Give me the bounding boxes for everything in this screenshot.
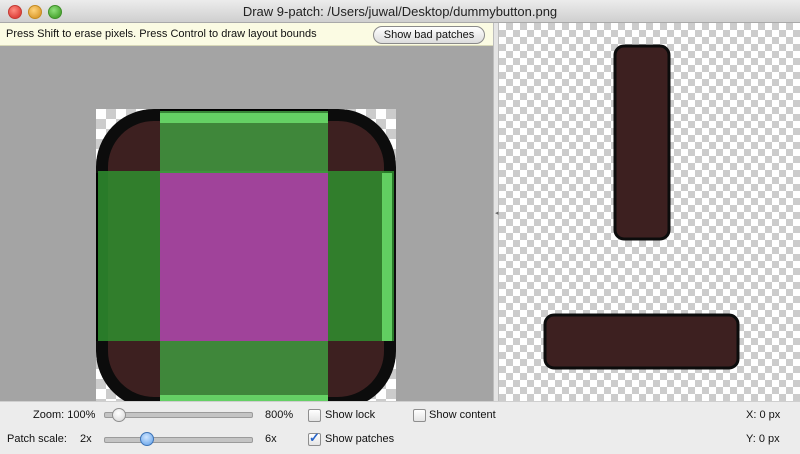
divider-grip-icon: ◂ bbox=[495, 210, 499, 217]
zoom-slider-track[interactable] bbox=[104, 412, 253, 418]
hint-bar: Press Shift to erase pixels. Press Contr… bbox=[0, 23, 493, 46]
checkmark-icon: ✓ bbox=[309, 430, 320, 445]
show-content-checkbox[interactable] bbox=[413, 409, 426, 422]
show-lock-label: Show lock bbox=[325, 409, 376, 421]
title-bar: Draw 9-patch: /Users/juwal/Desktop/dummy… bbox=[0, 0, 800, 23]
patch-scale-slider-track[interactable] bbox=[104, 437, 253, 443]
patch-scale-min-label: 2x bbox=[80, 433, 92, 445]
patch-scale-slider-knob[interactable] bbox=[140, 432, 155, 446]
show-bad-patches-button[interactable]: Show bad patches bbox=[373, 26, 485, 44]
nine-patch-drawing bbox=[96, 109, 396, 409]
controls-bar: Zoom: 100% 800% Show lock Show content X… bbox=[0, 401, 800, 454]
x-coordinate-readout: X: 0 px bbox=[746, 409, 781, 421]
patch-scale-max-label: 6x bbox=[265, 433, 277, 445]
show-patches-label: Show patches bbox=[325, 433, 395, 445]
vertical-stretched-preview bbox=[613, 44, 671, 241]
right-patch-edge bbox=[382, 173, 392, 341]
content-area bbox=[160, 173, 328, 341]
show-patches-checkbox[interactable]: ✓ bbox=[308, 430, 321, 446]
nine-patch-image-canvas[interactable] bbox=[96, 109, 396, 409]
zoom-max-label: 800% bbox=[265, 409, 294, 421]
show-lock-checkbox[interactable] bbox=[308, 409, 321, 422]
window-title: Draw 9-patch: /Users/juwal/Desktop/dummy… bbox=[242, 4, 558, 19]
horizontal-stretched-preview bbox=[543, 313, 740, 370]
y-coordinate-readout: Y: 0 px bbox=[746, 433, 780, 445]
patch-scale-label: Patch scale: bbox=[7, 433, 67, 445]
draw-9-patch-window: Draw 9-patch: /Users/juwal/Desktop/dummy… bbox=[0, 0, 800, 454]
editor-panel: Press Shift to erase pixels. Press Contr… bbox=[0, 23, 493, 409]
preview-panel bbox=[499, 23, 800, 401]
hint-text: Press Shift to erase pixels. Press Contr… bbox=[6, 28, 317, 40]
top-patch-edge bbox=[160, 113, 328, 123]
show-content-label: Show content bbox=[429, 409, 496, 421]
zoom-slider-knob[interactable] bbox=[112, 408, 127, 422]
preview-drawing bbox=[543, 44, 740, 370]
editor-canvas-area[interactable] bbox=[0, 46, 493, 409]
zoom-label: Zoom: 100% bbox=[33, 409, 96, 421]
